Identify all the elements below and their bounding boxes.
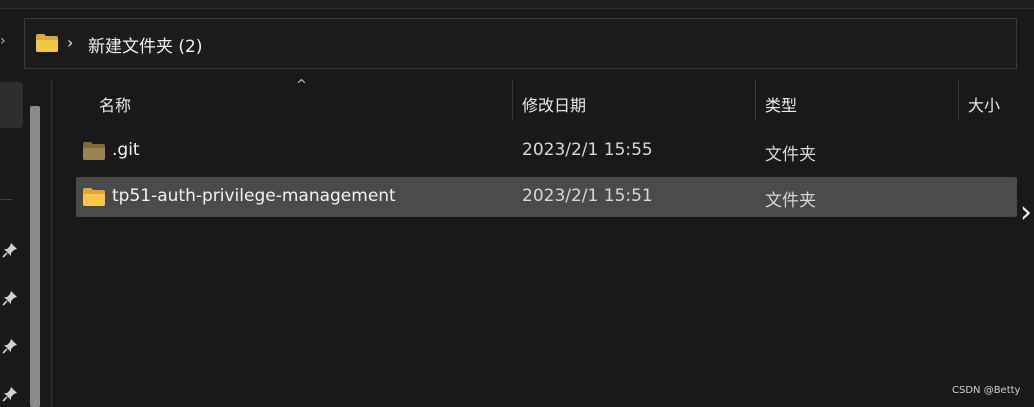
column-header-name[interactable]: 名称 <box>99 92 131 116</box>
file-type: 文件夹 <box>765 191 816 211</box>
column-resize-handle[interactable] <box>958 80 959 120</box>
nav-divider <box>0 199 12 200</box>
folder-icon <box>83 188 105 206</box>
breadcrumb-chevron-icon[interactable]: › <box>67 33 73 52</box>
breadcrumb-current-folder[interactable]: 新建文件夹 (2) <box>88 32 202 57</box>
chevron-right-icon[interactable]: › <box>1020 195 1032 230</box>
column-header-modified[interactable]: 修改日期 <box>522 92 586 116</box>
watermark: CSDN @Betty <box>952 385 1021 396</box>
file-type: 文件夹 <box>765 145 816 165</box>
pin-icon[interactable] <box>2 290 18 306</box>
file-modified-date: 2023/2/1 15:51 <box>522 186 653 206</box>
nav-selected-item[interactable] <box>0 82 23 128</box>
column-header-type[interactable]: 类型 <box>765 92 797 116</box>
pin-icon[interactable] <box>2 338 18 354</box>
file-name[interactable]: tp51-auth-privilege-management <box>112 186 396 206</box>
column-resize-handle[interactable] <box>512 80 513 120</box>
pin-icon[interactable] <box>2 242 18 258</box>
address-bar[interactable]: › 新建文件夹 (2) <box>24 18 1017 69</box>
sort-ascending-icon: ^ <box>296 78 307 93</box>
file-modified-date: 2023/2/1 15:55 <box>522 140 653 160</box>
pin-icon[interactable] <box>2 386 18 402</box>
pane-divider <box>51 80 52 407</box>
file-name[interactable]: .git <box>112 140 140 160</box>
column-resize-handle[interactable] <box>755 80 756 120</box>
column-header-row: ^ 名称 修改日期 类型 大小 <box>52 78 1034 124</box>
window-top-strip <box>0 0 1034 9</box>
folder-icon <box>83 142 105 160</box>
nav-expand-chevron-icon[interactable]: › <box>0 33 6 49</box>
folder-icon <box>36 34 58 52</box>
nav-scrollbar[interactable] <box>30 106 40 407</box>
file-row[interactable]: .git 2023/2/1 15:55 文件夹 <box>76 131 1017 171</box>
file-row[interactable]: tp51-auth-privilege-management 2023/2/1 … <box>76 177 1017 217</box>
column-header-size[interactable]: 大小 <box>968 92 1000 116</box>
